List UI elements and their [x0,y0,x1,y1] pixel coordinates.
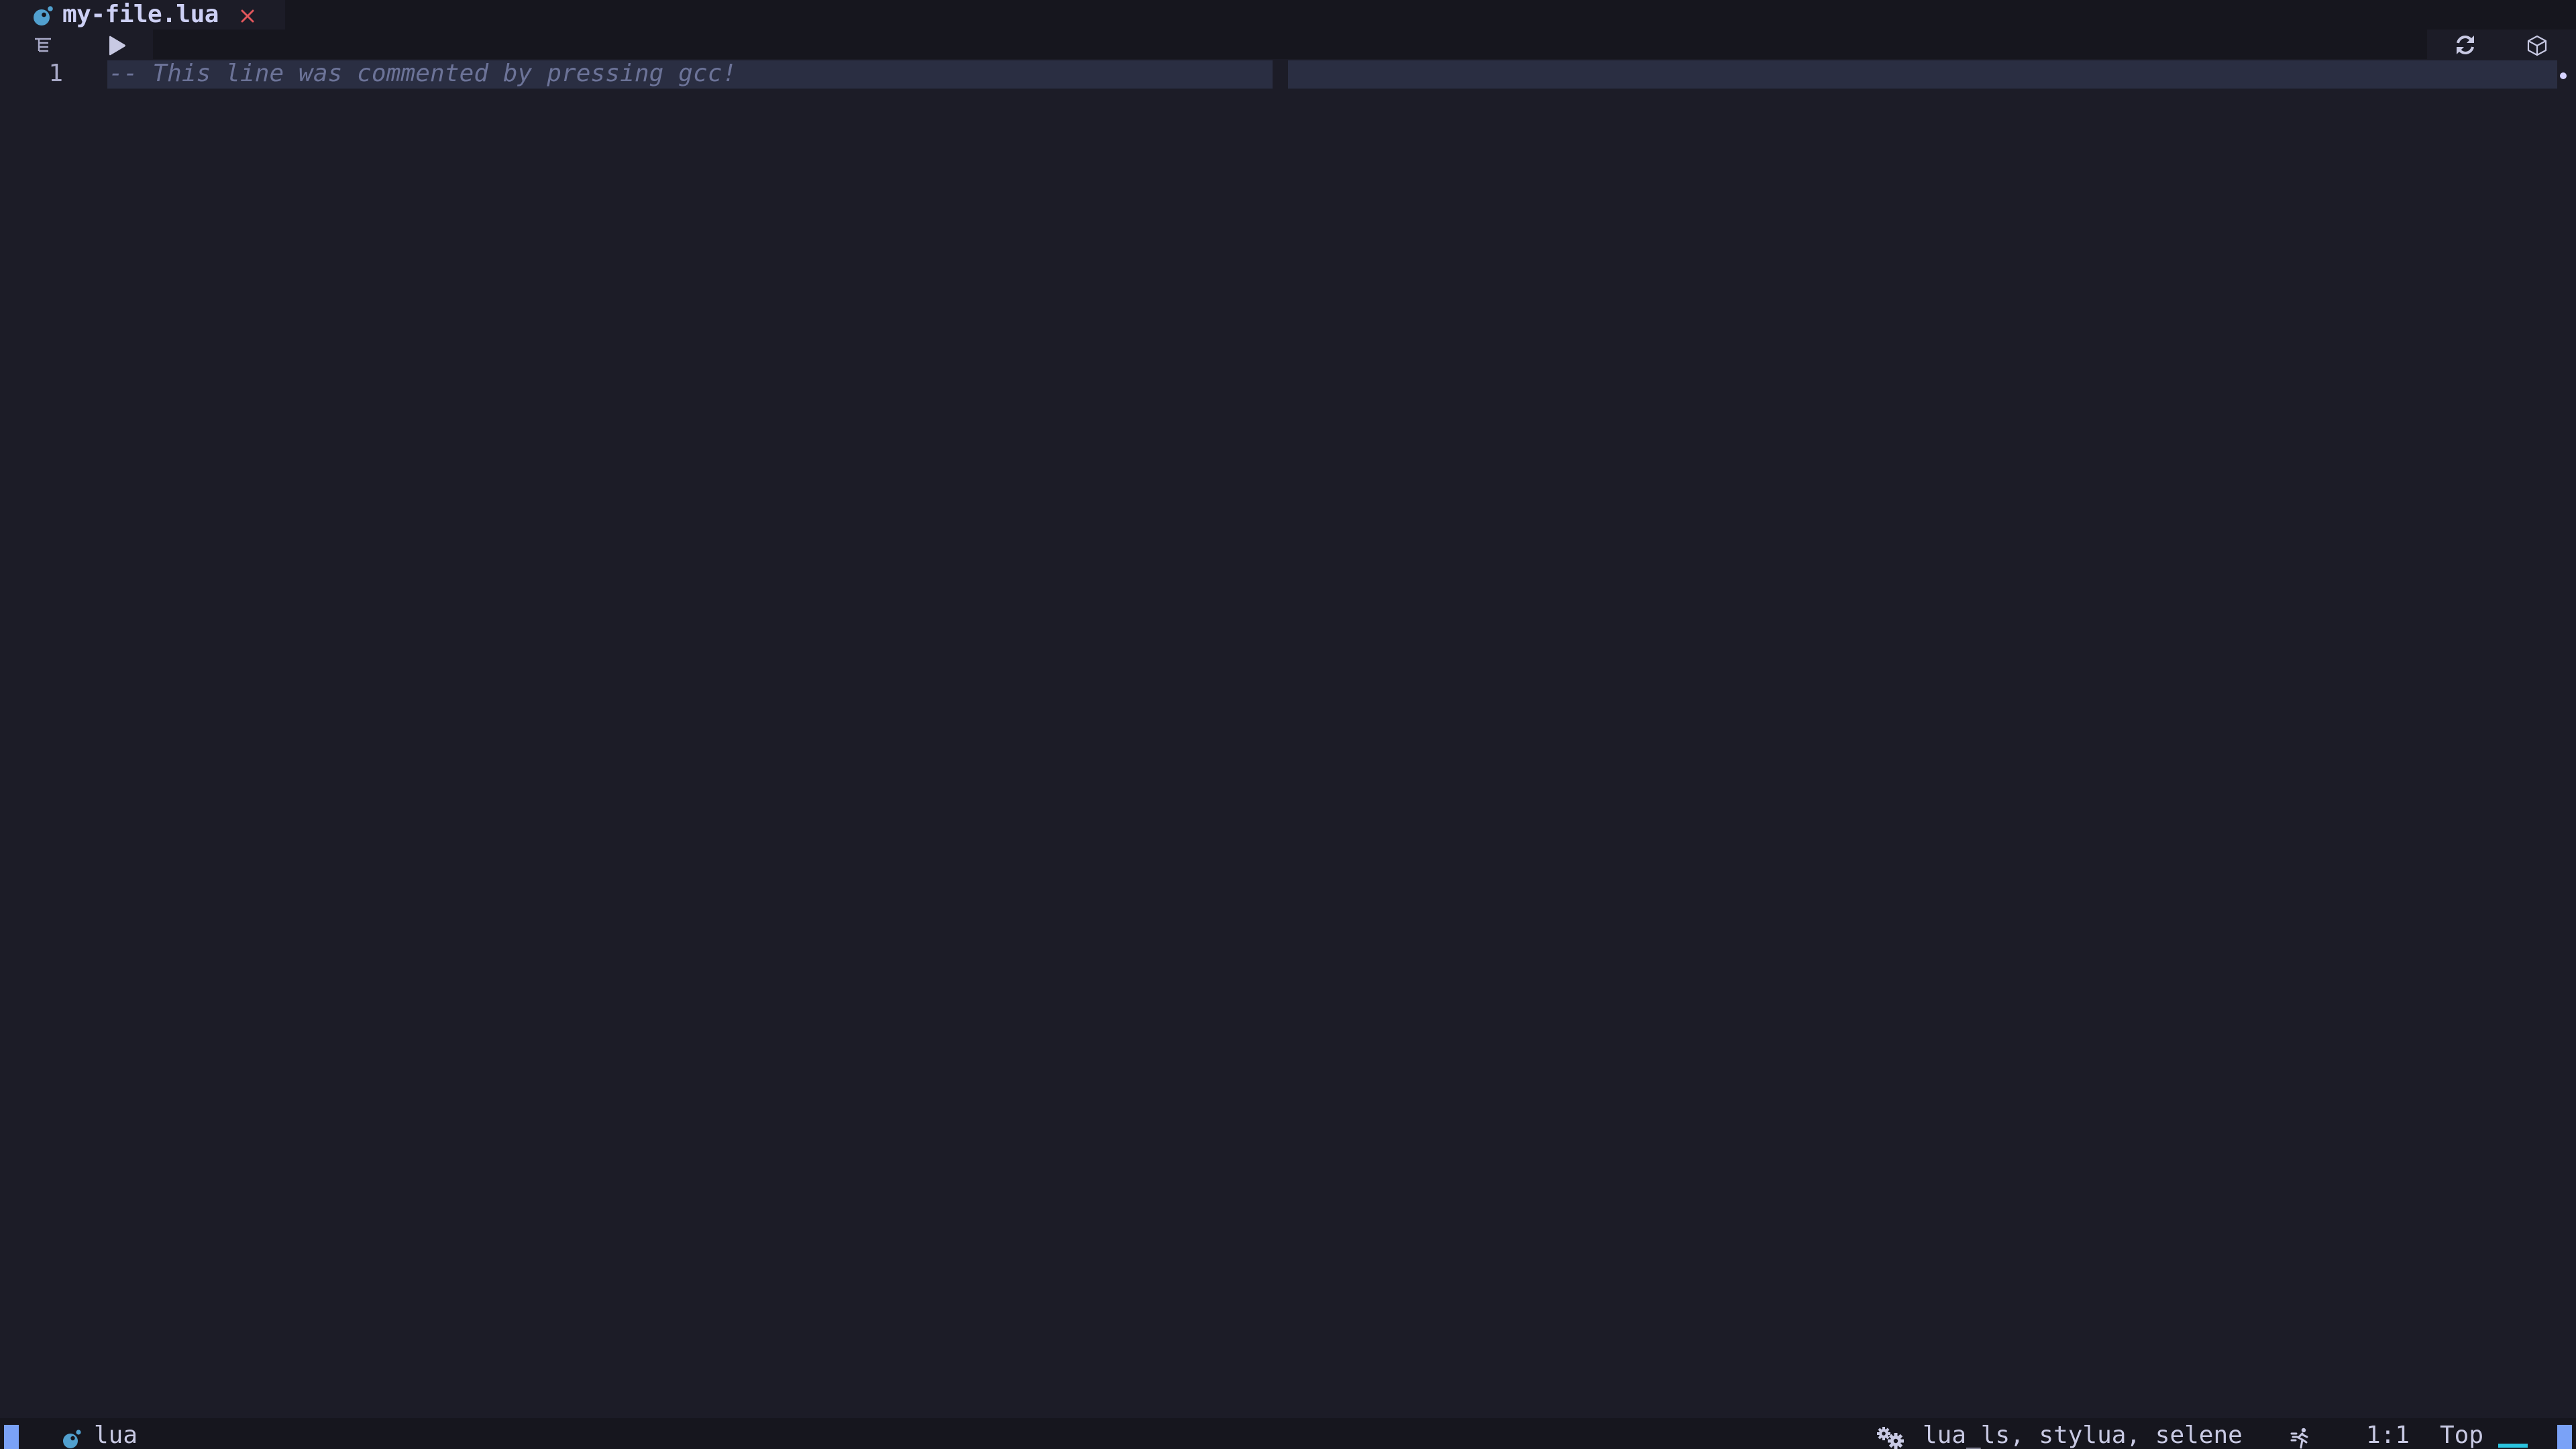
winbar [0,30,2576,59]
running-person-icon [2290,1428,2308,1449]
editor-buffer[interactable]: 1 -- This line was commented by pressing… [0,59,2576,1418]
close-icon[interactable] [239,8,256,24]
mode-indicator-left [4,1425,19,1449]
cursor-position: 1:1 [2366,1421,2410,1449]
package-box-icon[interactable] [2527,35,2547,56]
code-line[interactable]: 1 -- This line was commented by pressing… [0,59,2576,89]
tab-my-file-lua[interactable]: my-file.lua [0,0,285,30]
gears-icon [1877,1427,1904,1449]
filetype-label: lua [94,1421,138,1449]
lua-icon [63,1430,81,1448]
neovim-window: my-file.lua 1 -- This line was commented… [0,0,2576,1449]
scroll-progress-fill [2498,1444,2528,1448]
tab-label: my-file.lua [62,1,219,28]
scrollbar-indicator[interactable] [2560,72,2567,79]
code-comment: -- This line was commented by pressing g… [109,60,737,87]
run-icon[interactable] [107,35,126,56]
scroll-position: Top [2440,1421,2484,1449]
lsp-clients: lua_ls, stylua, selene [1923,1421,2243,1449]
outline-icon[interactable] [34,38,52,52]
winbar-fill [153,30,2427,59]
mode-indicator-right [2557,1425,2572,1449]
sync-icon[interactable] [2453,33,2477,57]
cursorline-highlight-after-colorcolumn [1288,60,2557,89]
line-number: 1 [48,60,63,87]
lua-icon [34,6,53,25]
statusline: lua lua_ls, stylua, selene 1:1 Top [0,1418,2576,1449]
scroll-progress-bar [2498,1444,2528,1448]
tabline: my-file.lua [0,0,2576,30]
